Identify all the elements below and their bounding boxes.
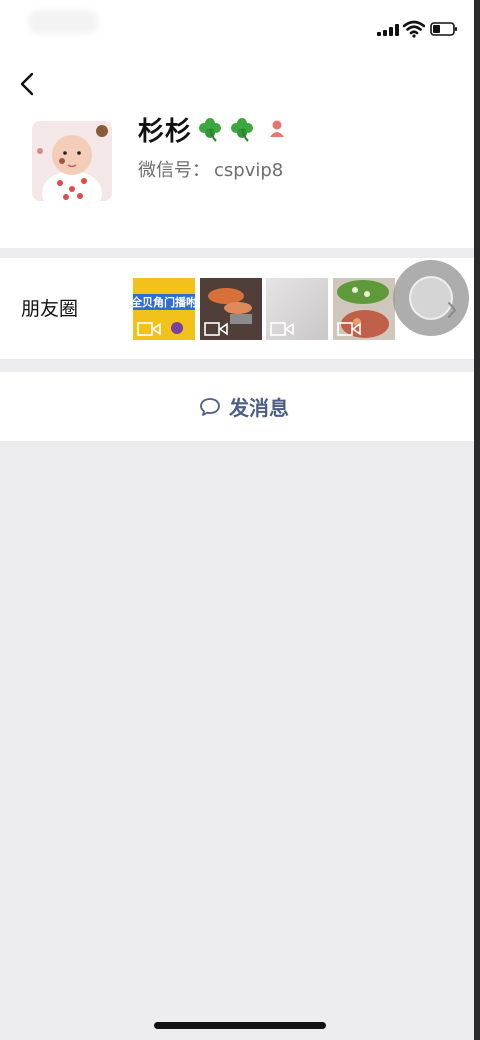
name-row: 杉杉	[138, 111, 286, 147]
moments-thumbnail	[333, 278, 395, 340]
status-time	[28, 10, 98, 34]
video-icon	[270, 322, 294, 336]
female-icon	[270, 120, 285, 137]
video-icon	[204, 322, 228, 336]
video-icon	[337, 322, 361, 336]
chevron-right-icon	[448, 302, 456, 318]
status-bar	[0, 0, 474, 56]
send-message-label: 发消息	[229, 396, 289, 420]
moments-thumbnail	[200, 278, 262, 340]
contact-profile-page: 杉杉 微信号： cspvip8 朋友圈 全贝角门播咐 发消息	[0, 0, 480, 1040]
wechat-id: 微信号： cspvip8	[138, 156, 283, 182]
contact-name: 杉杉	[138, 116, 193, 147]
wifi-icon	[403, 20, 425, 38]
send-message-content: 发消息	[199, 392, 289, 421]
avatar[interactable]	[32, 121, 112, 201]
chat-bubble-icon	[200, 397, 220, 416]
cellular-signal-icon	[377, 24, 399, 36]
avatar-photo	[32, 121, 112, 201]
moments-label: 朋友圈	[21, 298, 79, 320]
clover-icon	[199, 118, 222, 142]
back-icon[interactable]	[16, 70, 40, 98]
send-message-button[interactable]: 发消息	[0, 372, 474, 441]
home-indicator[interactable]	[154, 1022, 326, 1029]
moments-thumbnail	[266, 278, 328, 340]
floating-assistive-ball[interactable]	[393, 260, 469, 336]
video-icon	[137, 322, 161, 336]
clover-icon	[231, 118, 254, 142]
screen-edge	[474, 0, 480, 1040]
moments-thumbnail: 全贝角门播咐	[133, 278, 195, 340]
profile-header: 杉杉 微信号： cspvip8	[0, 0, 474, 248]
wechat-id-value: cspvip8	[214, 160, 284, 181]
wechat-id-label: 微信号：	[138, 160, 210, 181]
thumbnail-caption: 全贝角门播咐	[133, 295, 195, 309]
battery-icon	[430, 22, 457, 36]
